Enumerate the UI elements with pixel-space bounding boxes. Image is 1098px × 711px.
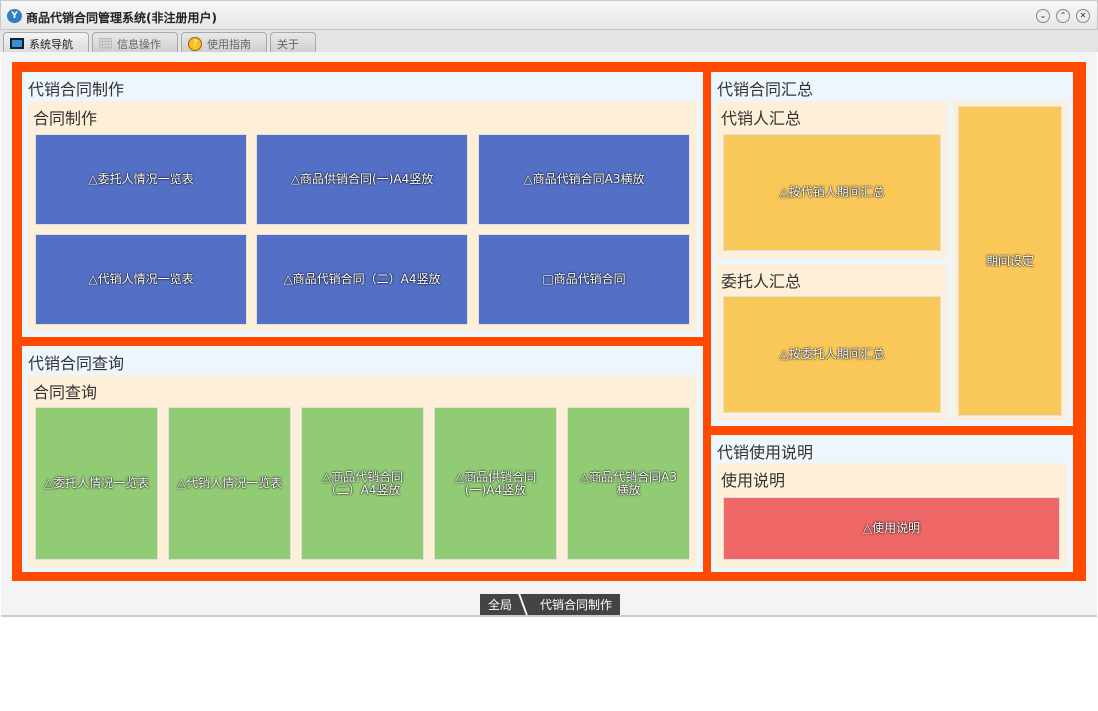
- tile-contract[interactable]: □商品代销合同: [478, 234, 690, 325]
- tab-label: 使用指南: [207, 37, 251, 51]
- panel-title: 代销合同制作: [28, 80, 125, 99]
- tile-usage-help[interactable]: △使用说明: [723, 497, 1060, 560]
- monitor-icon: [10, 38, 24, 49]
- group-title: 委托人汇总: [721, 272, 802, 291]
- group-title: 使用说明: [721, 471, 786, 490]
- tab-label: 信息操作: [117, 37, 161, 51]
- grid-icon: [99, 37, 112, 50]
- tile-query-client-list[interactable]: △委托人情况一览表: [35, 407, 158, 560]
- close-button[interactable]: ✕: [1076, 9, 1090, 23]
- tab-info-ops[interactable]: 信息操作: [92, 32, 178, 52]
- app-logo-icon: Y: [7, 9, 22, 23]
- window-title: 商品代销合同管理系统(非注册用户): [26, 11, 217, 25]
- tile-query-contract-a3[interactable]: △商品代销合同A3横放: [567, 407, 690, 560]
- maximize-button[interactable]: ⌃: [1056, 9, 1070, 23]
- breadcrumb-home[interactable]: 全局: [480, 594, 520, 615]
- panel-title: 代销使用说明: [717, 443, 814, 462]
- breadcrumb-current: 代销合同制作: [540, 598, 613, 612]
- group-title: 合同查询: [33, 383, 98, 402]
- tile-client-period-summary[interactable]: △按委托人期间汇总: [723, 296, 941, 413]
- tab-guide[interactable]: ? 使用指南: [181, 32, 267, 52]
- tile-contract-a3[interactable]: △商品代销合同A3横放: [478, 134, 690, 225]
- group-title: 代销人汇总: [721, 109, 802, 128]
- tab-about[interactable]: 关于: [270, 32, 316, 52]
- tab-bar: 系统导航 信息操作 ? 使用指南 关于: [0, 30, 1098, 52]
- help-icon: ?: [188, 36, 202, 51]
- tile-query-contract-2-a4[interactable]: △商品代销合同（二）A4竖放: [301, 407, 424, 560]
- tab-system-nav[interactable]: 系统导航: [3, 32, 89, 52]
- title-bar: Y 商品代销合同管理系统(非注册用户) ⌄ ⌃ ✕: [0, 0, 1098, 30]
- panel-title: 代销合同汇总: [717, 80, 814, 99]
- panel-title: 代销合同查询: [28, 354, 125, 373]
- tile-contract-2-a4[interactable]: △商品代销合同（二）A4竖放: [256, 234, 468, 325]
- tile-query-supply-a4[interactable]: △商品供销合同(一)A4竖放: [434, 407, 557, 560]
- breadcrumb: 全局 代销合同制作: [480, 594, 621, 615]
- tab-label: 关于: [277, 37, 299, 51]
- tile-query-agent-list[interactable]: △代销人情况一览表: [168, 407, 291, 560]
- tile-client-list[interactable]: △委托人情况一览表: [35, 134, 247, 225]
- tile-period-settings[interactable]: 期间设定: [958, 106, 1062, 416]
- tile-supply-contract-a4[interactable]: △商品供销合同(一)A4竖放: [256, 134, 468, 225]
- tile-agent-list[interactable]: △代销人情况一览表: [35, 234, 247, 325]
- group-title: 合同制作: [33, 109, 98, 128]
- minimize-button[interactable]: ⌄: [1036, 9, 1050, 23]
- tab-label: 系统导航: [29, 37, 73, 51]
- tile-agent-period-summary[interactable]: △按代销人期间汇总: [723, 134, 941, 251]
